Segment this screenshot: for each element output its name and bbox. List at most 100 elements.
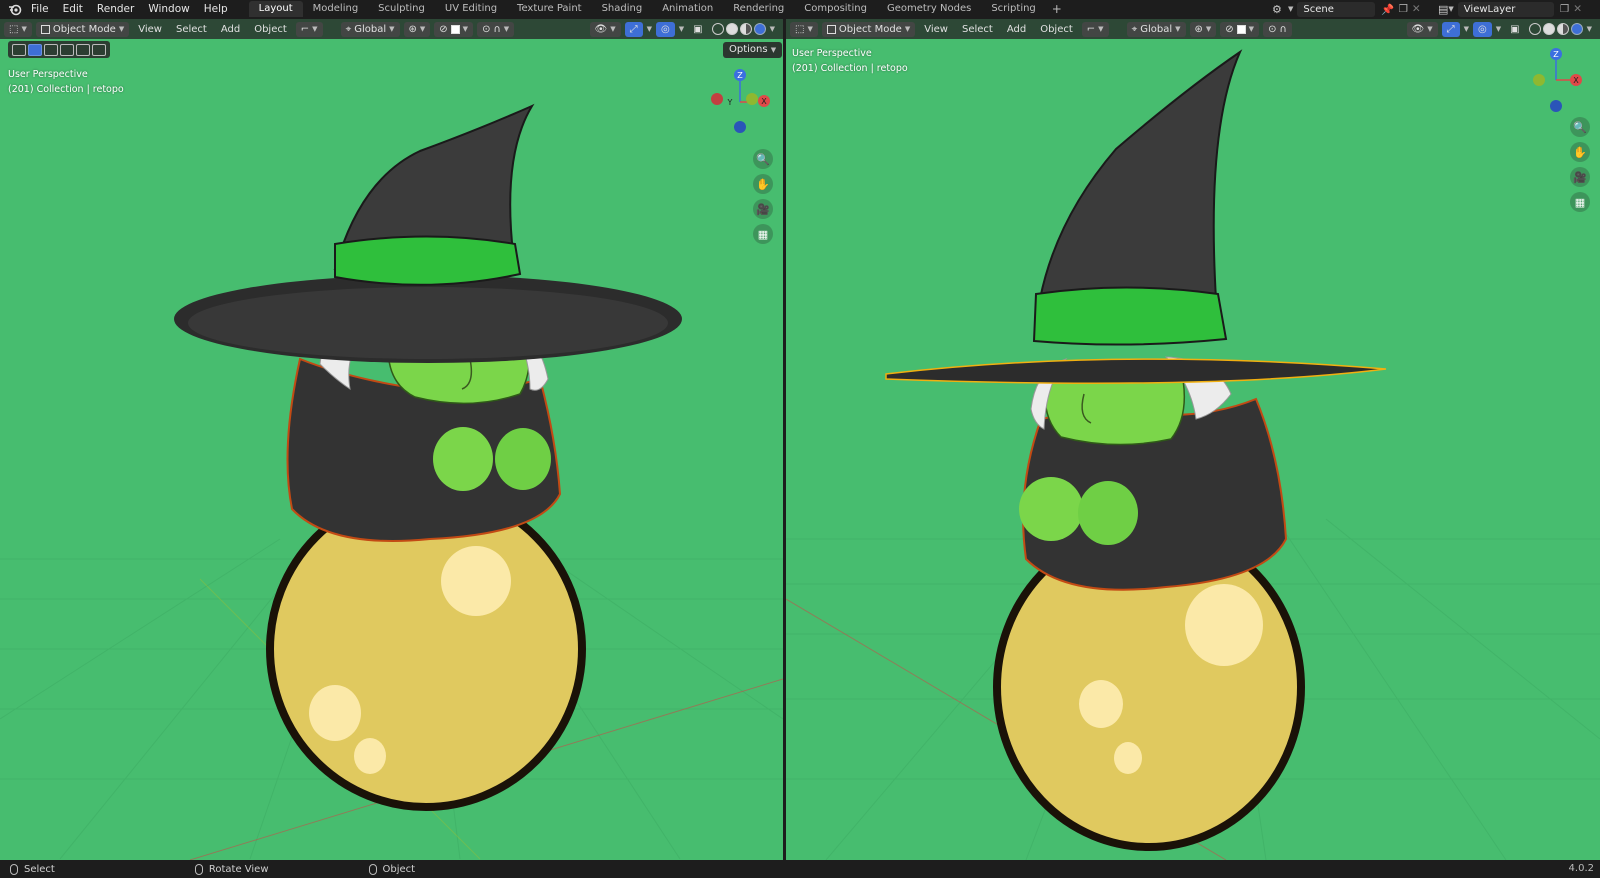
menu-file[interactable]: File [24, 0, 56, 18]
pivot-point-button[interactable]: ⊛ ▼ [403, 21, 431, 37]
mode-dropdown[interactable]: Object Mode ▼ [35, 21, 130, 37]
add-workspace-button[interactable]: + [1046, 2, 1068, 16]
pan-button[interactable]: ✋ [1570, 142, 1590, 162]
select-intersect-icon[interactable] [92, 43, 106, 56]
view-menu[interactable]: View [133, 22, 167, 37]
menu-window[interactable]: Window [141, 0, 196, 18]
collection-label: (201) Collection | retopo [8, 84, 124, 95]
visibility-button[interactable]: 👁 ▼ [589, 21, 621, 37]
gizmo-icon: ⤢ [629, 23, 638, 35]
tab-scripting[interactable]: Scripting [981, 1, 1045, 17]
menu-render[interactable]: Render [90, 0, 141, 18]
neg-z-handle[interactable] [1550, 100, 1562, 112]
overlay-icon: ◎ [661, 23, 670, 35]
editor-type-button[interactable]: ⬚ ▼ [790, 21, 818, 37]
wireframe-shading-icon[interactable] [1528, 23, 1541, 35]
xray-toggle-button[interactable]: ▣ [688, 22, 707, 37]
close-icon[interactable]: ✕ [1573, 3, 1582, 15]
object-menu[interactable]: Object [1035, 22, 1078, 37]
zoom-button[interactable]: 🔍 [1570, 117, 1590, 137]
transform-orientation-dropdown[interactable]: ⌖ Global ▼ [1126, 21, 1186, 37]
orientation-gizmo[interactable]: Z Y X [700, 67, 780, 137]
tab-compositing[interactable]: Compositing [794, 1, 877, 17]
tab-rendering[interactable]: Rendering [723, 1, 794, 17]
transform-orientation-dropdown[interactable]: ⌖ Global ▼ [340, 21, 400, 37]
add-menu[interactable]: Add [216, 22, 245, 37]
view-layer-name-field[interactable]: ViewLayer [1457, 1, 1554, 17]
perspective-toggle-button[interactable]: ▦ [1570, 192, 1590, 212]
z-axis-label: Z [1553, 50, 1559, 59]
y-axis-handle[interactable] [746, 93, 758, 105]
chevron-down-icon[interactable]: ▼ [1496, 25, 1501, 33]
select-menu[interactable]: Select [957, 22, 998, 37]
snap-button[interactable]: ⊘ ▼ [434, 21, 474, 37]
tab-uv-editing[interactable]: UV Editing [435, 1, 507, 17]
rendered-shading-icon[interactable] [1570, 23, 1583, 35]
menu-help[interactable]: Help [197, 0, 235, 18]
gizmo-toggle-button[interactable]: ⤢ [624, 21, 643, 37]
select-new-icon[interactable] [28, 43, 42, 56]
camera-view-button[interactable]: 🎥 [1570, 167, 1590, 187]
chevron-down-icon[interactable]: ▼ [1464, 25, 1469, 33]
cauldron-highlight [1114, 742, 1142, 774]
menu-edit[interactable]: Edit [56, 0, 90, 18]
perspective-toggle-button[interactable]: ▦ [753, 224, 773, 244]
y-axis-handle[interactable] [1533, 74, 1545, 86]
tab-geometry-nodes[interactable]: Geometry Nodes [877, 1, 981, 17]
zoom-button[interactable]: 🔍 [753, 149, 773, 169]
xray-toggle-button[interactable]: ▣ [1505, 22, 1524, 37]
solid-shading-icon[interactable] [1542, 23, 1555, 35]
camera-view-button[interactable]: 🎥 [753, 199, 773, 219]
tab-layout[interactable]: Layout [248, 1, 303, 17]
tab-sculpting[interactable]: Sculpting [368, 1, 435, 17]
options-button[interactable]: Options ▼ [723, 42, 783, 58]
chevron-down-icon[interactable]: ▼ [647, 25, 652, 33]
pan-button[interactable]: ✋ [753, 174, 773, 194]
new-view-layer-icon[interactable]: ❐ [1560, 3, 1569, 15]
select-extend-icon[interactable] [44, 43, 58, 56]
chevron-down-icon[interactable]: ▼ [770, 25, 775, 33]
material-shading-icon[interactable] [1556, 23, 1569, 35]
close-icon[interactable]: ✕ [1412, 3, 1421, 15]
mode-dropdown[interactable]: Object Mode ▼ [821, 21, 916, 37]
new-scene-icon[interactable]: ❐ [1398, 3, 1407, 15]
chevron-down-icon[interactable]: ▼ [1587, 25, 1592, 33]
scene-name-field[interactable]: Scene [1297, 1, 1376, 17]
left-3d-viewport[interactable]: ⬚ ▼ Object Mode ▼ View Select Add Object ⌐… [0, 19, 783, 860]
pin-icon[interactable]: 📌 [1381, 3, 1394, 16]
visibility-button[interactable]: 👁 ▼ [1406, 21, 1438, 37]
overlay-toggle-button[interactable]: ◎ [656, 21, 675, 37]
solid-shading-icon[interactable] [725, 23, 738, 35]
tab-shading[interactable]: Shading [592, 1, 653, 17]
select-subtract-icon[interactable] [60, 43, 74, 56]
select-tool-icon[interactable] [12, 43, 26, 56]
overlay-toggle-button[interactable]: ◎ [1473, 21, 1492, 37]
proportional-edit-button[interactable]: ⊙ ∩ ▼ [477, 21, 515, 37]
wireframe-shading-icon[interactable] [711, 23, 724, 35]
tab-texture-paint[interactable]: Texture Paint [507, 1, 592, 17]
proportional-edit-button[interactable]: ⊙ ∩ [1263, 21, 1292, 37]
orientation-gizmo[interactable]: Z X [1512, 45, 1592, 115]
gizmo-toggle-button[interactable]: ⤢ [1441, 21, 1460, 37]
snap-button[interactable]: ⊘ ▼ [1220, 21, 1260, 37]
neg-z-handle[interactable] [734, 121, 746, 133]
tab-animation[interactable]: Animation [652, 1, 723, 17]
select-invert-icon[interactable] [76, 43, 90, 56]
material-shading-icon[interactable] [739, 23, 752, 35]
neg-x-handle[interactable] [711, 93, 723, 105]
vertex-select-button[interactable]: ⌐ ▼ [295, 21, 323, 37]
right-3d-viewport[interactable]: ⬚ ▼ Object Mode ▼ View Select Add Object ⌐… [786, 19, 1600, 860]
chevron-down-icon[interactable]: ▼ [679, 25, 684, 33]
view-layer-icon[interactable]: ▤ [1438, 3, 1448, 16]
blender-logo-icon[interactable] [6, 0, 24, 18]
vertex-select-button[interactable]: ⌐ ▼ [1081, 21, 1109, 37]
object-menu[interactable]: Object [249, 22, 292, 37]
editor-type-button[interactable]: ⬚ ▼ [4, 21, 32, 37]
select-menu[interactable]: Select [171, 22, 212, 37]
pivot-point-button[interactable]: ⊛ ▼ [1189, 21, 1217, 37]
tab-modeling[interactable]: Modeling [303, 1, 369, 17]
view-menu[interactable]: View [919, 22, 953, 37]
scene-icon[interactable]: ⚙ [1272, 3, 1288, 16]
add-menu[interactable]: Add [1002, 22, 1031, 37]
rendered-shading-icon[interactable] [753, 23, 766, 35]
